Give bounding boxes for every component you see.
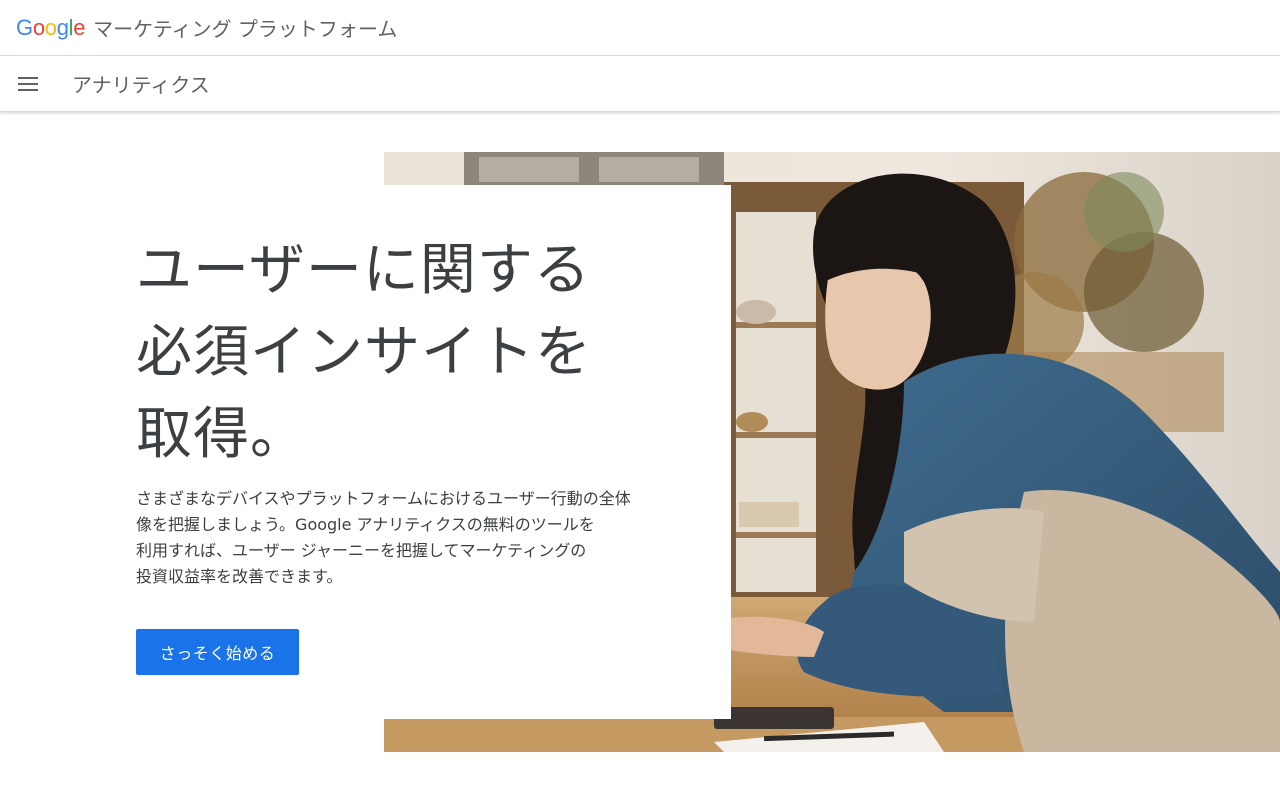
logo-letter: o (32, 14, 45, 40)
get-started-button[interactable]: さっそく始める (136, 629, 299, 675)
description-line: さまざまなデバイスやプラットフォームにおけるユーザー行動の全体 (136, 489, 631, 508)
product-bar: アナリティクス (0, 56, 1280, 111)
description-line: 投資収益率を改善できます。 (136, 567, 343, 586)
description-line: 像を把握しましょう。Google アナリティクスの無料のツールを (136, 515, 595, 534)
description-line: 利用すれば、ユーザー ジャーニーを把握してマーケティングの (136, 541, 587, 560)
logo-letter: g (56, 14, 69, 40)
headline-line: 取得。 (136, 402, 307, 467)
headline-line: ユーザーに関する (136, 238, 591, 303)
logo-letter: G (16, 14, 33, 40)
headline-line: 必須インサイトを (136, 320, 592, 385)
hamburger-menu-icon (18, 76, 38, 91)
logo-letter: o (44, 14, 57, 40)
top-bar: Google マーケティング プラットフォーム (0, 0, 1280, 56)
logo-letter: e (73, 14, 86, 40)
hero-headline: ユーザーに関する 必須インサイトを 取得。 (136, 230, 656, 476)
product-title[interactable]: アナリティクス (72, 69, 210, 98)
menu-button[interactable] (0, 56, 56, 111)
hero-description: さまざまなデバイスやプラットフォームにおけるユーザー行動の全体 像を把握しましょ… (136, 486, 706, 590)
google-logo[interactable]: Google (16, 14, 86, 40)
platform-title[interactable]: マーケティング プラットフォーム (93, 13, 397, 42)
